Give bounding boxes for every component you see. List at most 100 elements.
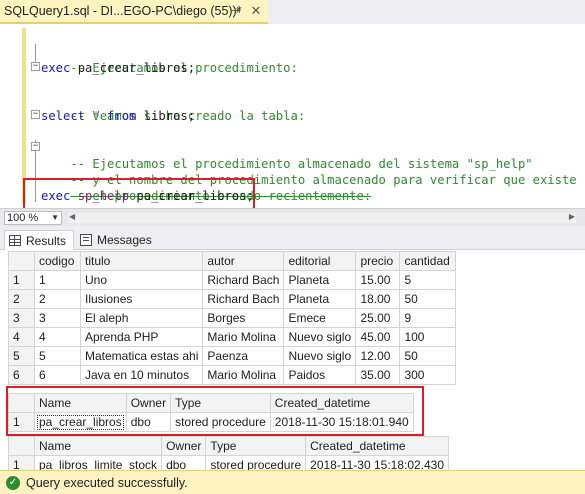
table-row[interactable]: 6 6 Java en 10 minutos Mario Molina Paidos 35… xyxy=(8,365,457,385)
column-header[interactable]: editorial xyxy=(283,251,357,271)
grid-cell[interactable]: 25.00 xyxy=(355,308,401,328)
grid-cell[interactable]: Java en 10 minutos xyxy=(79,365,204,385)
column-header[interactable]: precio xyxy=(355,251,401,271)
code-line: -- Ejecutamos el procedimiento almacenad… xyxy=(41,140,532,171)
fold-toggle[interactable]: − xyxy=(31,110,40,119)
grid-cell[interactable]: 45.00 xyxy=(355,327,401,347)
grid-cell[interactable]: 6 xyxy=(34,365,81,385)
table-row[interactable]: 1 pa_libros_limite_stock dbo stored procedu… xyxy=(8,455,450,470)
scroll-left-icon[interactable]: ◀ xyxy=(69,212,75,221)
column-header[interactable]: autor xyxy=(202,251,285,271)
grid-cell[interactable]: 9 xyxy=(399,308,457,328)
document-tab[interactable]: SQLQuery1.sql - DI...EGO-PC\diego (55))*… xyxy=(0,0,268,24)
grid-cell[interactable]: Emece xyxy=(283,308,357,328)
sql-operator: * xyxy=(85,109,108,123)
close-icon[interactable]: ✕ xyxy=(249,4,263,18)
tab-messages[interactable]: Messages xyxy=(76,230,158,250)
highlight-box-results xyxy=(6,386,424,436)
results-grid-libros[interactable]: codigo titulo autor editorial precio cantidad… xyxy=(8,251,457,385)
code-line: exec pa_crear_libros; xyxy=(41,60,195,76)
zoom-select[interactable]: 100 % ▼ xyxy=(4,210,62,225)
column-header[interactable]: Name xyxy=(33,436,163,456)
chevron-down-icon: ▼ xyxy=(51,212,59,222)
scroll-right-icon[interactable]: ▶ xyxy=(569,212,575,221)
column-header[interactable]: codigo xyxy=(34,251,81,271)
status-text: Query executed successfully. xyxy=(26,475,188,490)
row-number[interactable]: 4 xyxy=(8,327,35,347)
grid-cell[interactable]: 18.00 xyxy=(355,289,401,309)
fold-toggle[interactable]: − xyxy=(31,142,40,151)
document-tab-strip: SQLQuery1.sql - DI...EGO-PC\diego (55))*… xyxy=(0,0,585,24)
table-row[interactable]: 5 5 Matematica estas ahi Paenza Nuevo siglo 1… xyxy=(8,346,457,366)
sql-keyword: from xyxy=(107,109,137,123)
grid-cell[interactable]: Mario Molina xyxy=(202,327,285,347)
results-grid-sp-help-2[interactable]: Name Owner Type Created_datetime 1 pa_libros_… xyxy=(8,436,450,470)
grid-cell[interactable]: 300 xyxy=(399,365,457,385)
grid-cell[interactable]: 50 xyxy=(399,289,457,309)
column-header[interactable]: titulo xyxy=(79,251,204,271)
horizontal-scrollbar[interactable]: ◀ ▶ xyxy=(68,212,576,223)
pin-icon[interactable]: ⇥ xyxy=(230,5,242,17)
grid-cell[interactable]: Borges xyxy=(202,308,285,328)
grid-cell[interactable]: Matematica estas ahi xyxy=(79,346,204,366)
grid-cell[interactable]: 2 xyxy=(34,289,81,309)
column-header[interactable]: Type xyxy=(205,436,307,456)
grid-cell[interactable]: El aleph xyxy=(79,308,204,328)
tab-results[interactable]: Results xyxy=(4,230,74,250)
grid-header-row: Name Owner Type Created_datetime xyxy=(8,436,450,456)
grid-cell[interactable]: 100 xyxy=(399,327,457,347)
query-editor[interactable]: − − − -- Ejecutamos el procedimiento: ex… xyxy=(0,24,585,212)
grid-cell[interactable]: Paenza xyxy=(202,346,285,366)
grid-cell[interactable]: Nuevo siglo xyxy=(283,346,357,366)
column-header[interactable]: Created_datetime xyxy=(305,436,450,456)
grid-cell[interactable]: 2018-11-30 15:18:02.430 xyxy=(305,455,450,470)
row-number[interactable]: 6 xyxy=(8,365,35,385)
highlight-box-code xyxy=(23,178,255,212)
grid-cell[interactable]: Ilusiones xyxy=(79,289,204,309)
grid-cell[interactable]: 4 xyxy=(34,327,81,347)
grid-cell[interactable]: Aprenda PHP xyxy=(79,327,204,347)
grid-cell[interactable]: Uno xyxy=(79,270,204,290)
row-number[interactable]: 1 xyxy=(8,455,35,470)
table-row[interactable]: 4 4 Aprenda PHP Mario Molina Nuevo siglo 45.0… xyxy=(8,327,457,347)
column-header[interactable]: cantidad xyxy=(399,251,457,271)
fold-toggle[interactable]: − xyxy=(31,62,40,71)
grid-cell[interactable]: 1 xyxy=(34,270,81,290)
grid-cell[interactable]: 5 xyxy=(34,346,81,366)
code-line: select * from libros; xyxy=(41,108,195,124)
row-number[interactable]: 5 xyxy=(8,346,35,366)
message-icon xyxy=(80,234,92,246)
grid-corner[interactable] xyxy=(8,436,35,456)
grid-cell[interactable]: 15.00 xyxy=(355,270,401,290)
zoom-value: 100 % xyxy=(7,211,39,224)
table-row[interactable]: 1 1 Uno Richard Bach Planeta 15.00 5 xyxy=(8,270,457,290)
row-number[interactable]: 2 xyxy=(8,289,35,309)
column-header[interactable]: Owner xyxy=(161,436,207,456)
sql-text: libros; xyxy=(136,109,196,123)
grid-corner[interactable] xyxy=(8,251,35,271)
sql-keyword: select xyxy=(41,109,86,123)
grid-cell[interactable]: 12.00 xyxy=(355,346,401,366)
table-row[interactable]: 2 2 Ilusiones Richard Bach Planeta 18.00 50 xyxy=(8,289,457,309)
grid-cell[interactable]: 50 xyxy=(399,346,457,366)
grid-cell[interactable]: stored procedure xyxy=(205,455,307,470)
tab-messages-label: Messages xyxy=(97,233,152,247)
grid-cell[interactable]: Richard Bach xyxy=(202,289,285,309)
grid-cell[interactable]: Richard Bach xyxy=(202,270,285,290)
grid-cell[interactable]: 5 xyxy=(399,270,457,290)
grid-cell[interactable]: Nuevo siglo xyxy=(283,327,357,347)
row-number[interactable]: 1 xyxy=(8,270,35,290)
row-number[interactable]: 3 xyxy=(8,308,35,328)
grid-cell[interactable]: Planeta xyxy=(283,289,357,309)
grid-cell[interactable]: Mario Molina xyxy=(202,365,285,385)
check-circle-icon: ✓ xyxy=(6,475,20,490)
grid-cell[interactable]: pa_libros_limite_stock xyxy=(33,455,163,470)
editor-status-strip: 100 % ▼ ◀ ▶ xyxy=(0,208,585,226)
table-row[interactable]: 3 3 El aleph Borges Emece 25.00 9 xyxy=(8,308,457,328)
grid-cell[interactable]: Paidos xyxy=(283,365,357,385)
grid-cell[interactable]: 3 xyxy=(34,308,81,328)
grid-cell[interactable]: Planeta xyxy=(283,270,357,290)
grid-cell[interactable]: 35.00 xyxy=(355,365,401,385)
result-tab-strip: Results Messages xyxy=(0,226,585,250)
grid-cell[interactable]: dbo xyxy=(161,455,207,470)
